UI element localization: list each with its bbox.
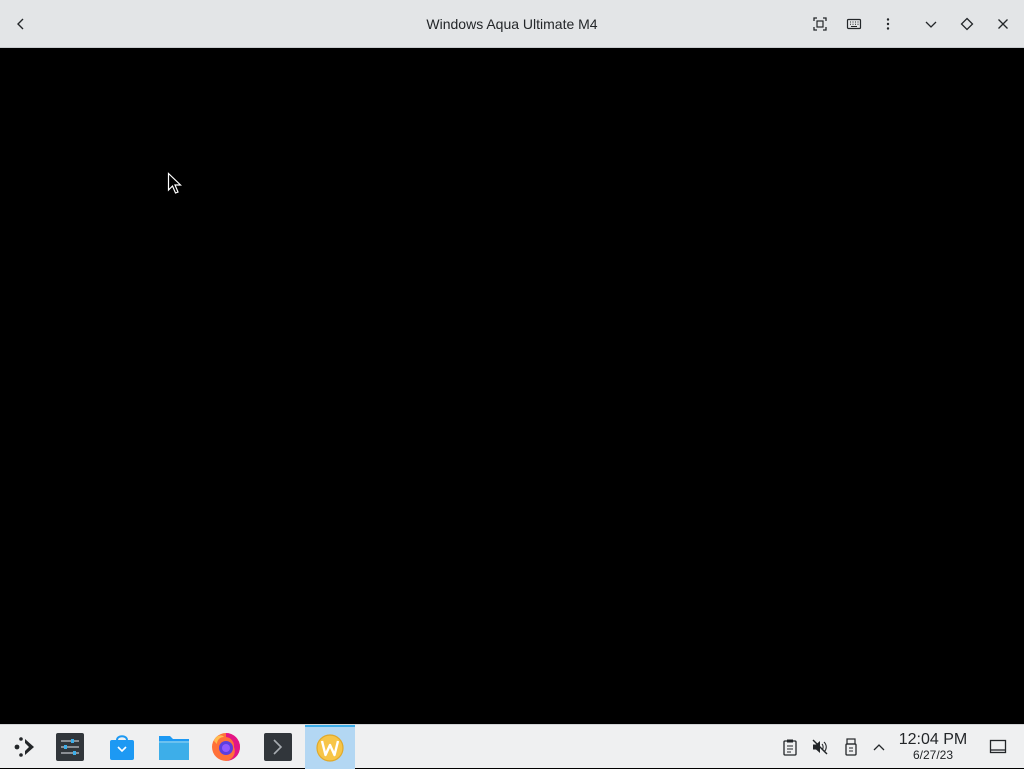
- terminal-icon: [264, 733, 292, 761]
- mouse-pointer-icon: [167, 172, 182, 194]
- digital-clock[interactable]: 12:04 PM 6/27/23: [893, 731, 973, 762]
- minimize-button[interactable]: [917, 10, 945, 38]
- back-icon: [17, 18, 24, 30]
- minimize-icon: [925, 21, 937, 28]
- taskbar-app-konsole[interactable]: [253, 725, 303, 769]
- clipboard-tray-button[interactable]: [780, 737, 800, 757]
- keyboard-button[interactable]: [840, 10, 868, 38]
- application-launcher-button[interactable]: [0, 725, 50, 769]
- show-desktop-button[interactable]: [988, 737, 1008, 757]
- show-hidden-tray-button[interactable]: [869, 737, 889, 757]
- folder-icon: [159, 736, 189, 760]
- back-button[interactable]: [7, 10, 35, 38]
- firefox-icon: [212, 733, 240, 761]
- clock-date: 6/27/23: [912, 748, 954, 762]
- show-desktop-icon: [989, 739, 1007, 754]
- taskbar: 12:04 PM 6/27/23: [0, 724, 1024, 769]
- taskbar-app-firefox[interactable]: [201, 725, 251, 769]
- remote-display-area[interactable]: [0, 48, 1024, 724]
- taskbar-app-discover[interactable]: [97, 725, 147, 769]
- store-bag-icon: [110, 735, 134, 760]
- volume-muted-icon: [812, 739, 828, 755]
- clock-time: 12:04 PM: [898, 731, 968, 748]
- close-button[interactable]: [989, 10, 1017, 38]
- maximize-button[interactable]: [953, 10, 981, 38]
- settings-sliders-icon: [56, 733, 84, 761]
- fullscreen-icon: [813, 17, 827, 31]
- window-titlebar: Windows Aqua Ultimate M4: [0, 0, 1024, 48]
- more-menu-button[interactable]: [874, 10, 902, 38]
- fullscreen-button[interactable]: [806, 10, 834, 38]
- maximize-icon: [960, 17, 974, 31]
- volume-tray-button[interactable]: [810, 737, 830, 757]
- device-notifier-tray-button[interactable]: [841, 737, 861, 757]
- taskbar-app-winaqua[interactable]: [305, 725, 355, 769]
- window-title: Windows Aqua Ultimate M4: [426, 16, 598, 32]
- w-app-icon: [316, 734, 344, 762]
- taskbar-app-dolphin[interactable]: [149, 725, 199, 769]
- expand-tray-icon: [873, 744, 885, 751]
- kde-launcher-icon: [14, 737, 34, 757]
- keyboard-icon: [846, 18, 862, 30]
- usb-device-icon: [845, 738, 857, 756]
- close-icon: [998, 19, 1008, 29]
- clipboard-icon: [783, 739, 797, 756]
- taskbar-app-system-settings[interactable]: [45, 725, 95, 769]
- menu-icon: [886, 18, 890, 30]
